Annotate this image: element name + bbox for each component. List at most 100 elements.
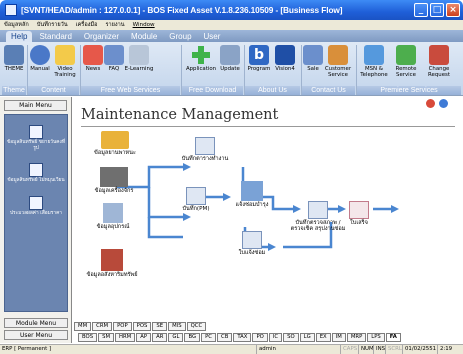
node-repair-form[interactable]: ใบแจ้งซ่อม — [229, 231, 275, 256]
main-menu-list: ข้อมูลสินทรัพย์ ขยายวันคงที่รูป ข้อมูลสิ… — [4, 114, 68, 312]
faq-label: FAQ — [108, 66, 120, 72]
machine-icon — [100, 167, 128, 187]
tab-gl[interactable]: GL — [168, 333, 184, 342]
maximize-button[interactable]: □ — [430, 3, 444, 17]
tab-pc[interactable]: PC — [201, 333, 217, 342]
customer-service-label: Customer Service — [324, 66, 352, 78]
node-vehicle-data[interactable]: ข้อมูลยานพาหนะ — [87, 131, 143, 156]
change-request-label: Change Request — [428, 66, 450, 78]
asset-icon — [29, 125, 43, 139]
elearning-icon — [129, 45, 149, 65]
menu-entry-noncurrent-assets[interactable]: ข้อมูลสินทรัพย์ ไม่หมุนเวียน — [5, 163, 67, 184]
tab-lg[interactable]: LG — [299, 333, 315, 342]
asset-icon — [29, 163, 43, 177]
manual-button[interactable]: Manual — [29, 45, 51, 72]
node-repair-request[interactable]: แจ้งซ่อมบำรุง — [223, 181, 281, 208]
vision4-label: Vision4 — [275, 66, 295, 72]
menu-entry-depreciation[interactable]: ประมวลผลค่า เสื่อมราคา — [5, 195, 67, 217]
menu-bar: ข้อมูลหลัก บันทึกรายวัน เครื่องมือ รายงา… — [0, 20, 463, 30]
update-button[interactable]: Update — [218, 45, 242, 72]
tab-im[interactable]: IM — [331, 333, 346, 342]
tab-cb[interactable]: CB — [217, 333, 233, 342]
ribbon-tabs: Help Standard Organizer Module Group Use… — [0, 30, 463, 42]
tab-crm[interactable]: CRM — [92, 322, 113, 331]
tab-ar[interactable]: AR — [152, 333, 168, 342]
node-machine-data[interactable]: ข้อมูลเครื่องจักร — [83, 167, 145, 194]
theme-button[interactable]: THEME — [3, 45, 25, 72]
status-time: 2:19 — [437, 345, 452, 354]
tab-ex[interactable]: EX — [315, 333, 331, 342]
node-equipment-data[interactable]: ข้อมูลอุปกรณ์ — [85, 203, 141, 230]
receipt-icon — [349, 201, 369, 219]
user-menu-button[interactable]: User Menu — [4, 330, 68, 340]
tab-standard[interactable]: Standard — [34, 31, 76, 42]
tab-hrm[interactable]: HRM — [115, 333, 136, 342]
node-inspection-summary[interactable]: บันทึกตรวจสภาพ /ตรวจเช็ค สรุปงานซ่อม — [289, 201, 347, 232]
module-menu-button[interactable]: Module Menu — [4, 318, 68, 328]
calendar-icon — [195, 137, 215, 155]
tab-mm[interactable]: MM — [74, 322, 92, 331]
node-pm-record[interactable]: บันทึก(PM) — [165, 187, 227, 212]
sale-label: Sale — [307, 66, 319, 72]
program-label: Program — [247, 66, 271, 72]
tab-po[interactable]: PO — [252, 333, 268, 342]
form-icon — [242, 231, 262, 249]
node-real-estate-data[interactable]: ข้อมูลอสังหาริมทรัพย์ — [77, 249, 147, 278]
e-learning-label: E-Learning — [124, 66, 154, 72]
calculate-icon — [29, 195, 43, 210]
menu-master-data[interactable]: ข้อมูลหลัก — [4, 21, 29, 29]
menu-tools[interactable]: เครื่องมือ — [76, 21, 98, 29]
video-training-button[interactable]: Video Training — [52, 45, 78, 78]
tab-sm[interactable]: SM — [98, 333, 115, 342]
tab-bos[interactable]: BOS — [78, 333, 98, 342]
remote-service-button[interactable]: Remote Service — [391, 45, 421, 78]
tab-qcc[interactable]: QCC — [186, 322, 207, 331]
tab-group[interactable]: Group — [164, 31, 196, 42]
application-button[interactable]: Application — [184, 45, 218, 72]
change-request-button[interactable]: Change Request — [422, 45, 456, 78]
tab-help[interactable]: Help — [6, 31, 33, 42]
customer-service-button[interactable]: Customer Service — [323, 45, 353, 78]
tab-module[interactable]: Module — [126, 31, 162, 42]
menu-entry-fixed-assets[interactable]: ข้อมูลสินทรัพย์ ขยายวันคงที่รูป — [5, 125, 67, 151]
tab-tax[interactable]: TAX — [233, 333, 252, 342]
tab-mis[interactable]: MIS — [168, 322, 186, 331]
window-title: [SVNT/HEAD/admin : 127.0.0.1] - BOS Fixe… — [21, 5, 343, 15]
minimize-button[interactable]: _ — [414, 3, 428, 17]
change-request-icon — [429, 45, 449, 65]
sale-button[interactable]: Sale — [303, 45, 323, 72]
tab-ap[interactable]: AP — [136, 333, 152, 342]
vision-icon — [275, 45, 295, 65]
tab-se[interactable]: SE — [152, 322, 168, 331]
menu-entry-label: ข้อมูลสินทรัพย์ ขยายวันคงที่รูป — [7, 140, 65, 151]
program-button[interactable]: b Program — [246, 45, 272, 72]
tab-ic[interactable]: IC — [268, 333, 283, 342]
tab-bg[interactable]: BG — [184, 333, 201, 342]
menu-window[interactable]: Window — [133, 22, 155, 28]
truck-icon — [101, 131, 129, 149]
news-icon — [83, 45, 103, 65]
tab-so[interactable]: SO — [283, 333, 299, 342]
news-button[interactable]: News — [82, 45, 104, 72]
inspection-icon — [308, 201, 328, 219]
menu-reports[interactable]: รายงาน — [105, 21, 124, 29]
faq-button[interactable]: FAQ — [104, 45, 124, 72]
node-receipt[interactable]: ใบเสร็จ — [343, 201, 375, 226]
tab-lps[interactable]: LPS — [367, 333, 385, 342]
tab-pop[interactable]: POP — [113, 322, 132, 331]
msn-telephone-button[interactable]: MSN & Telephone — [358, 45, 390, 78]
vision4-button[interactable]: Vision4 — [272, 45, 298, 72]
node-label: ข้อมูลอสังหาริมทรัพย์ — [86, 272, 138, 278]
tab-fa[interactable]: FA — [385, 333, 401, 342]
node-label: บันทึก(PM) — [182, 206, 210, 212]
tab-pos[interactable]: POS — [132, 322, 152, 331]
update-icon — [220, 45, 240, 65]
node-work-schedule[interactable]: บันทึกตารางทำงาน — [173, 137, 237, 162]
tab-organizer[interactable]: Organizer — [79, 31, 124, 42]
tab-mrp[interactable]: MRP — [346, 333, 367, 342]
menu-daily-entry[interactable]: บันทึกรายวัน — [37, 21, 68, 29]
tab-user[interactable]: User — [199, 31, 226, 42]
e-learning-button[interactable]: E-Learning — [124, 45, 154, 72]
main-menu-header[interactable]: Main Menu — [4, 100, 67, 111]
close-button[interactable]: × — [446, 3, 460, 17]
